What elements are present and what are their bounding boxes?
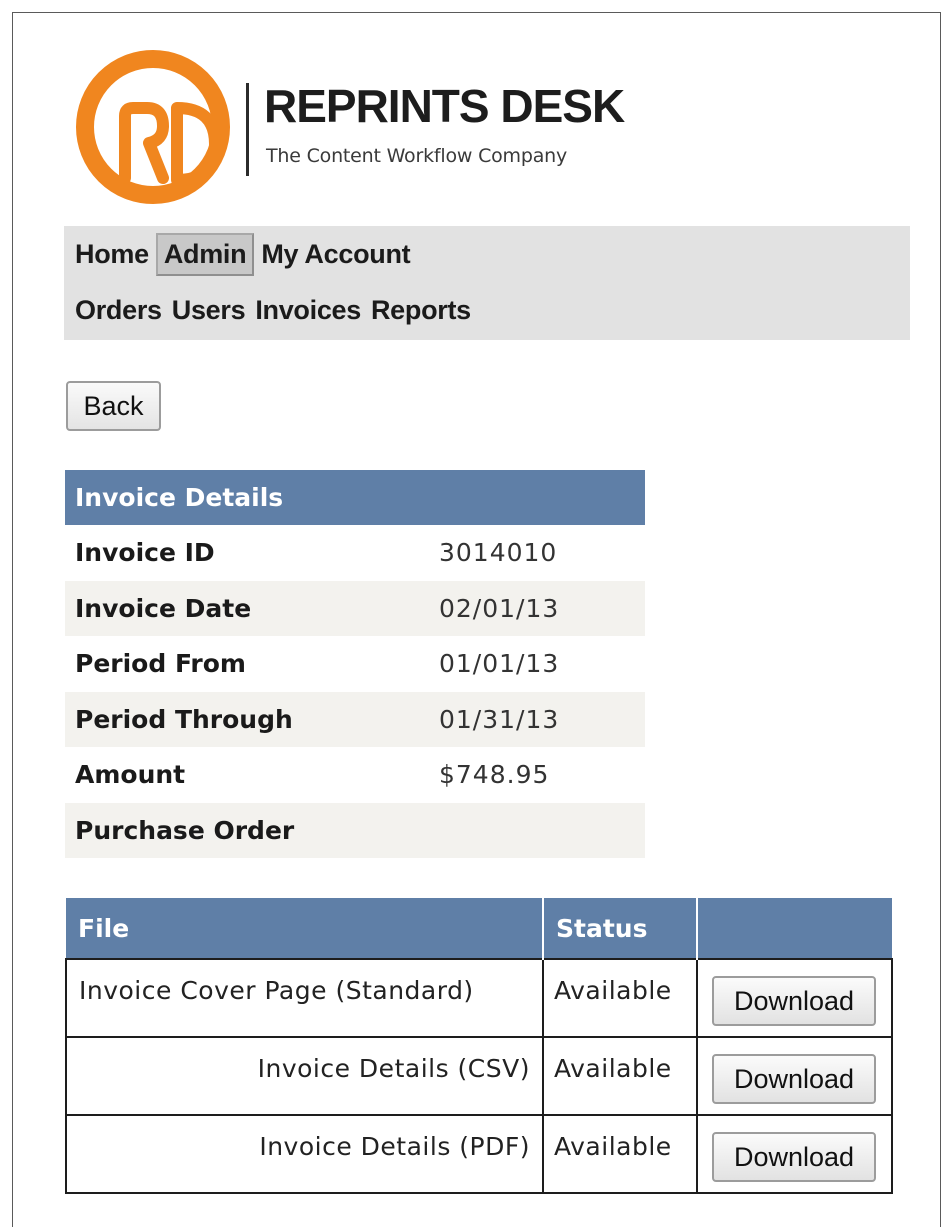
detail-label: Period Through (75, 704, 293, 734)
nav-item-my-account[interactable]: My Account (256, 237, 415, 272)
nav-item-admin[interactable]: Admin (155, 232, 255, 276)
detail-row-purchase-order: Purchase Order (65, 802, 645, 858)
detail-value: 02/01/13 (439, 593, 560, 623)
file-status: Available (542, 1036, 698, 1116)
column-header-status: Status (542, 898, 697, 959)
main-nav: Home Admin My Account Orders Users Invoi… (64, 226, 910, 340)
nav-item-invoices[interactable]: Invoices (250, 293, 366, 328)
detail-value: $748.95 (439, 760, 550, 790)
brand-logo[interactable]: REPRINTS DESK The Content Workflow Compa… (76, 50, 676, 210)
table-row: Invoice Cover Page (Standard) Available … (65, 958, 893, 1038)
logo-divider (246, 83, 249, 176)
invoice-files-table: File Status Invoice Cover Page (Standard… (65, 898, 893, 1194)
column-header-file: File (66, 898, 543, 959)
invoice-details-body: Invoice ID 3014010 Invoice Date 02/01/13… (65, 525, 645, 858)
detail-value: 01/01/13 (439, 649, 560, 679)
detail-label: Amount (75, 760, 186, 790)
detail-label: Invoice Date (75, 593, 252, 623)
detail-label: Purchase Order (75, 815, 295, 845)
detail-row-amount: Amount $748.95 (65, 747, 645, 803)
detail-label: Period From (75, 649, 246, 679)
column-header-action (696, 898, 892, 959)
invoice-details-heading: Invoice Details (65, 470, 645, 525)
download-button[interactable]: Download (712, 1054, 876, 1104)
file-name: Invoice Details (CSV) (65, 1036, 544, 1116)
download-cell: Download (696, 1036, 893, 1116)
nav-item-users[interactable]: Users (167, 293, 251, 328)
table-row: Invoice Details (CSV) Available Download (65, 1036, 893, 1116)
detail-row-invoice-id: Invoice ID 3014010 (65, 525, 645, 581)
table-row: Invoice Details (PDF) Available Download (65, 1114, 893, 1194)
table-header-row: File Status (66, 898, 892, 959)
download-button[interactable]: Download (712, 1132, 876, 1182)
nav-row-secondary: Orders Users Invoices Reports (64, 290, 476, 330)
brand-name: REPRINTS DESK (264, 80, 625, 132)
back-button[interactable]: Back (66, 381, 161, 431)
brand-tagline: The Content Workflow Company (266, 145, 568, 167)
file-name: Invoice Cover Page (Standard) (65, 958, 544, 1038)
download-button[interactable]: Download (712, 976, 876, 1026)
nav-item-reports[interactable]: Reports (366, 293, 476, 328)
detail-value: 3014010 (439, 538, 558, 568)
download-cell: Download (696, 1114, 893, 1194)
rd-monogram-icon (76, 50, 230, 204)
nav-row-primary: Home Admin My Account (64, 232, 415, 276)
detail-value: 01/31/13 (439, 704, 560, 734)
detail-row-period-from: Period From 01/01/13 (65, 636, 645, 692)
file-name: Invoice Details (PDF) (65, 1114, 544, 1194)
download-cell: Download (696, 958, 893, 1038)
invoice-details-panel: Invoice Details Invoice ID 3014010 Invoi… (65, 470, 645, 858)
detail-label: Invoice ID (75, 538, 215, 568)
detail-row-invoice-date: Invoice Date 02/01/13 (65, 580, 645, 636)
file-status: Available (542, 958, 698, 1038)
nav-item-orders[interactable]: Orders (70, 293, 167, 328)
nav-item-home[interactable]: Home (70, 237, 154, 272)
detail-row-period-through: Period Through 01/31/13 (65, 691, 645, 747)
file-status: Available (542, 1114, 698, 1194)
